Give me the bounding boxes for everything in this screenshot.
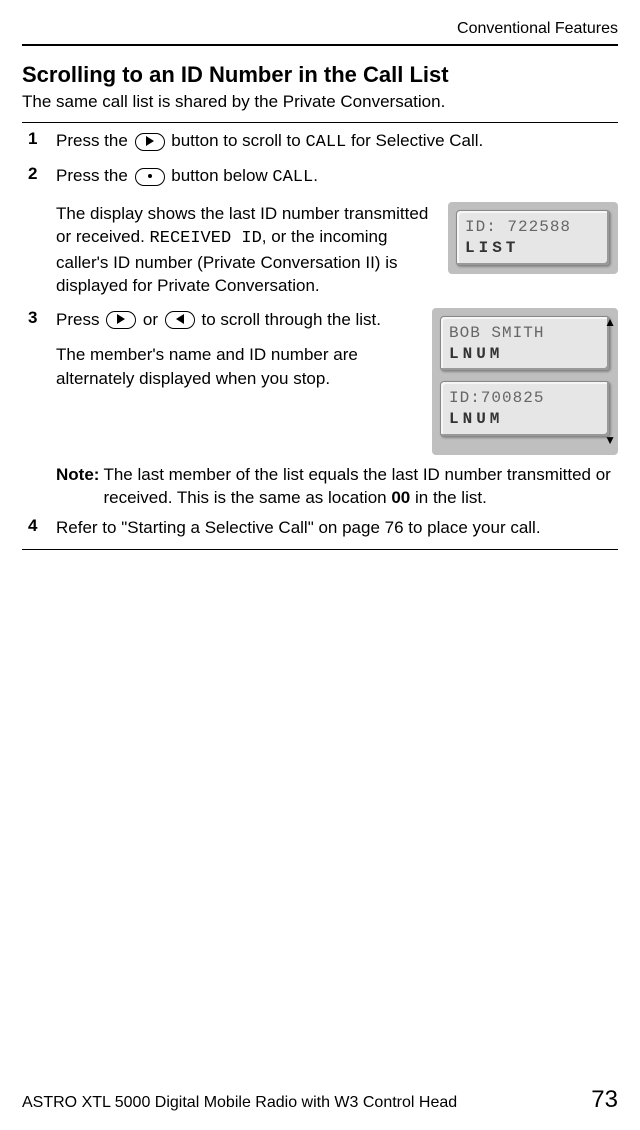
steps-bottom-rule bbox=[22, 549, 618, 550]
lcd-line-2: LNUM bbox=[449, 409, 601, 430]
up-arrow-icon: ▲ bbox=[604, 314, 616, 331]
text: in the list. bbox=[410, 488, 487, 507]
step-2-detail: The display shows the last ID number tra… bbox=[56, 202, 618, 302]
step-1: 1 Press the button to scroll to CALL for… bbox=[22, 129, 618, 158]
text: The last member of the list equals the l… bbox=[103, 465, 610, 507]
note: Note: The last member of the list equals… bbox=[56, 463, 618, 510]
step-3: 3 Press or to scroll through the list. T… bbox=[22, 308, 618, 510]
step-number: 2 bbox=[22, 164, 56, 184]
scroll-right-button-icon bbox=[135, 133, 165, 151]
lcd-line-1: BOB SMITH bbox=[449, 323, 601, 344]
soft-button-icon bbox=[135, 168, 165, 186]
scroll-right-button-icon bbox=[106, 311, 136, 329]
text: for Selective Call. bbox=[346, 131, 483, 150]
display-panel-1: ID: 722588 LIST bbox=[448, 202, 618, 274]
lcd-line-2: LNUM bbox=[449, 344, 601, 365]
text: to scroll through the list. bbox=[197, 310, 381, 329]
text: button below bbox=[167, 166, 273, 185]
text: Refer to "Starting a Selective Call" on … bbox=[56, 516, 618, 539]
menu-call-label: CALL bbox=[272, 168, 313, 187]
lcd-line-1: ID: 722588 bbox=[465, 217, 601, 238]
received-id-label: RECEIVED ID bbox=[150, 229, 262, 248]
scroll-left-button-icon bbox=[165, 311, 195, 329]
footer-title: ASTRO XTL 5000 Digital Mobile Radio with… bbox=[22, 1094, 457, 1112]
step-3-detail: Press or to scroll through the list. The… bbox=[56, 308, 618, 455]
text: Press the bbox=[56, 166, 133, 185]
step-body: Press the button below CALL. The display… bbox=[56, 164, 618, 301]
note-label: Note: bbox=[56, 463, 99, 510]
intro-text: The same call list is shared by the Priv… bbox=[22, 92, 618, 112]
text: or bbox=[138, 310, 163, 329]
lcd-line-2: LIST bbox=[465, 238, 601, 259]
text: Press the bbox=[56, 131, 133, 150]
note-text: The last member of the list equals the l… bbox=[103, 463, 618, 510]
steps-list: 1 Press the button to scroll to CALL for… bbox=[22, 129, 618, 543]
lcd-screen: ID: 722588 LIST bbox=[456, 210, 610, 266]
text: . bbox=[313, 166, 318, 185]
step-2: 2 Press the button below CALL. The displ… bbox=[22, 164, 618, 301]
page: Conventional Features Scrolling to an ID… bbox=[0, 0, 640, 1130]
page-number: 73 bbox=[591, 1086, 618, 1114]
menu-call-label: CALL bbox=[305, 133, 346, 152]
display-panel-2: ▲ BOB SMITH LNUM ID:700825 LNUM ▼ bbox=[432, 308, 618, 455]
step-number: 4 bbox=[22, 516, 56, 536]
running-header: Conventional Features bbox=[22, 20, 618, 38]
step-number: 3 bbox=[22, 308, 56, 328]
step-body: Press or to scroll through the list. The… bbox=[56, 308, 618, 510]
lcd-screen-a: BOB SMITH LNUM bbox=[440, 316, 610, 372]
page-footer: ASTRO XTL 5000 Digital Mobile Radio with… bbox=[22, 1086, 618, 1114]
steps-top-rule bbox=[22, 122, 618, 123]
step-body: Press the button to scroll to CALL for S… bbox=[56, 129, 618, 158]
note-bold: 00 bbox=[391, 488, 410, 507]
step-text: Press or to scroll through the list. The… bbox=[56, 308, 418, 394]
down-arrow-icon: ▼ bbox=[604, 432, 616, 449]
text: button to scroll to bbox=[167, 131, 306, 150]
step-number: 1 bbox=[22, 129, 56, 149]
step-4: 4 Refer to "Starting a Selective Call" o… bbox=[22, 516, 618, 543]
text: The member's name and ID number are alte… bbox=[56, 343, 418, 390]
lcd-line-1: ID:700825 bbox=[449, 388, 601, 409]
step-body: Refer to "Starting a Selective Call" on … bbox=[56, 516, 618, 543]
section-title: Scrolling to an ID Number in the Call Li… bbox=[22, 62, 618, 88]
text: Press bbox=[56, 310, 104, 329]
step-text: The display shows the last ID number tra… bbox=[56, 202, 434, 302]
lcd-screen-b: ID:700825 LNUM bbox=[440, 381, 610, 437]
header-rule bbox=[22, 44, 618, 46]
